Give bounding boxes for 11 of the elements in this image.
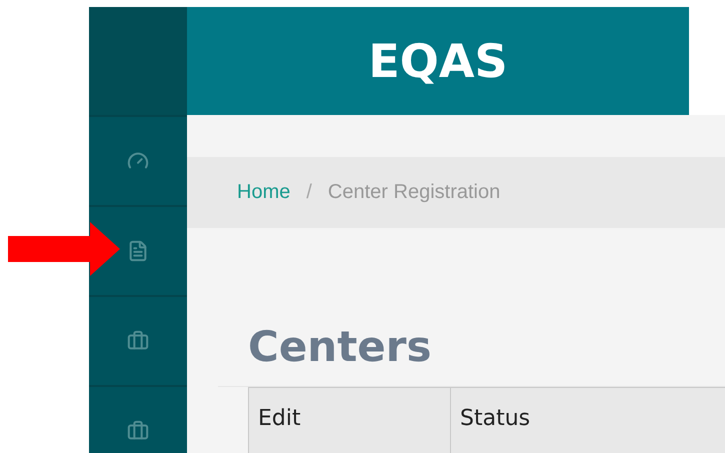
app-title: EQAS [368,34,508,88]
column-header: Status [450,387,725,453]
page-title: Centers [248,322,432,372]
arrow-icon [8,222,120,276]
breadcrumb-link[interactable]: Home [237,181,290,204]
breadcrumb-separator: / [306,181,312,204]
current-page-text: Center Registration [328,181,500,204]
briefcase-icon [127,330,149,352]
column-header: Edit [248,387,450,453]
briefcase-icon [127,420,149,442]
file-icon [127,240,149,262]
